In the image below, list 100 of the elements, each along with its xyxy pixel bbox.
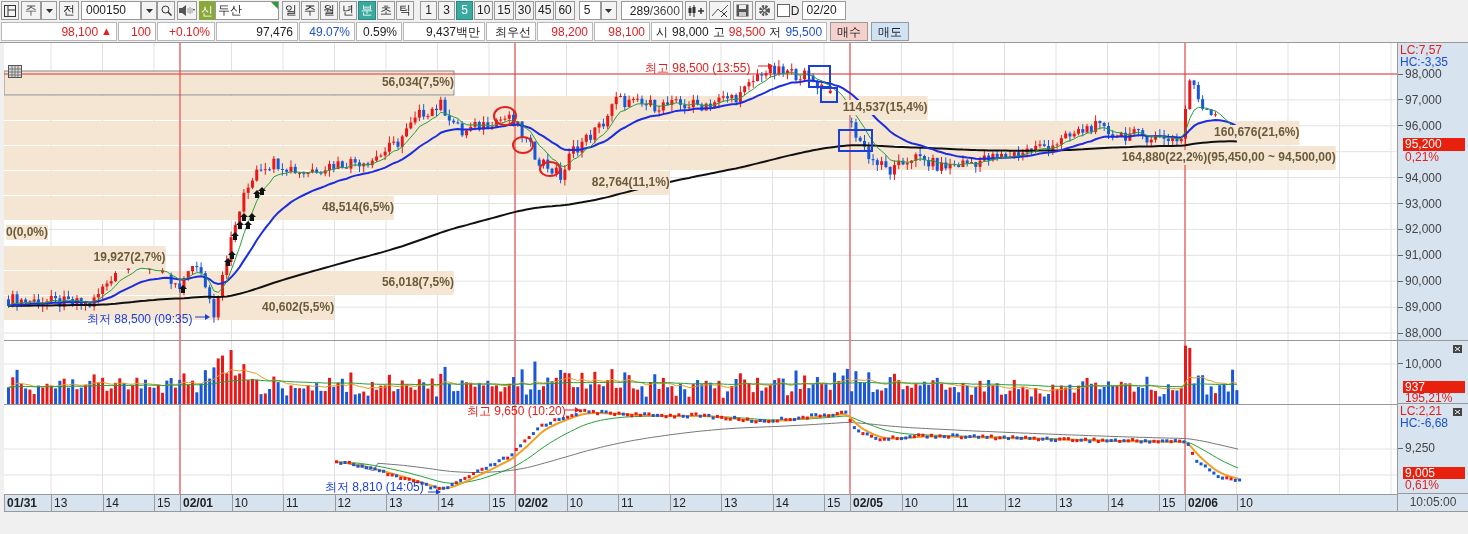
date-label: 01/31 — [4, 494, 38, 512]
interval-tab[interactable]: 45 — [535, 1, 555, 20]
price-axis-label: 98,000 — [1405, 67, 1442, 81]
price-axis-label: 97,000 — [1404, 92, 1442, 107]
high-price-note: 최고 98,500 (13:55) — [645, 60, 751, 77]
price-axis-label: 91,000 — [1404, 248, 1442, 263]
volume-profile-label: 40,602(5,5%) — [262, 300, 335, 315]
volume-profile-label: 114,537(15,4%) — [842, 100, 928, 115]
date-label: 02/05 — [850, 494, 884, 512]
current-rate-label: 0,21% — [1405, 151, 1440, 164]
volume-profile-label: 56,018(7,5%) — [381, 275, 454, 290]
hour-label: 13 — [721, 494, 738, 512]
hour-label: 14 — [1107, 494, 1124, 512]
period-tab[interactable]: 월 — [320, 1, 338, 20]
date-field[interactable]: 02/20 — [801, 1, 846, 20]
price-axis-label: 93,000 — [1404, 196, 1442, 211]
high-correlation-label: HC:-3,35 — [1400, 56, 1449, 69]
hour-label: 15 — [1159, 494, 1176, 512]
volume-axis-label: 10,000 — [1404, 356, 1442, 371]
change-rate: +0.10% — [157, 22, 215, 41]
hour-label: 12 — [1004, 494, 1021, 512]
volume-profile-label: 82,764(11,1%) — [591, 175, 670, 190]
current-indicator-tag: 9,005 — [1403, 467, 1465, 480]
volume-profile-label: 19,927(2,7%) — [93, 250, 166, 265]
sell-button[interactable]: 매도 — [871, 22, 910, 41]
period-tab[interactable]: 일 — [282, 1, 300, 20]
hour-label: 12 — [669, 494, 686, 512]
low-label: 저 — [769, 23, 782, 41]
volume-profile-label: 48,514(6,5%) — [322, 200, 395, 215]
indicator-rate-label: 0,61% — [1405, 479, 1440, 493]
stock-code-field[interactable]: 000150 — [81, 1, 141, 20]
hour-label: 14 — [437, 494, 454, 512]
hour-label: 15 — [489, 494, 506, 512]
period-tab[interactable]: 틱 — [396, 1, 414, 20]
new-badge: 신 — [199, 1, 215, 20]
interval-tab[interactable]: 3 — [438, 1, 455, 20]
period-tab[interactable]: 초 — [377, 1, 395, 20]
price-axis-label: 89,000 — [1404, 300, 1442, 315]
current-price: 98,100 — [61, 23, 99, 41]
hour-label: 13 — [386, 494, 403, 512]
hour-label: 12 — [334, 494, 351, 512]
open-label: 시 — [656, 23, 668, 41]
date-label: 02/01 — [180, 494, 214, 512]
hour-label: 10 — [231, 494, 248, 512]
hour-label: 11 — [283, 494, 299, 512]
prev-button[interactable]: 전 — [59, 1, 79, 20]
d-checkbox-label: D — [790, 2, 800, 20]
interval-tab[interactable]: 1 — [420, 1, 437, 20]
price-axis-label: 92,000 — [1404, 222, 1442, 237]
hour-label: 14 — [772, 494, 789, 512]
hour-label: 10 — [566, 494, 583, 512]
interval-tab[interactable]: 30 — [514, 1, 535, 20]
trade-amount: 9,437백만 — [403, 22, 485, 41]
current-time-label: 10:05:00 — [1398, 494, 1468, 512]
best-ask: 98,200 — [537, 22, 593, 41]
best-bid: 98,100 — [594, 22, 650, 41]
low-correlation-label: LC:7,57 — [1400, 44, 1443, 57]
price-axis-label: 90,000 — [1404, 274, 1442, 289]
indicator-axis-label: 9,250 — [1404, 441, 1436, 456]
hour-label: 11 — [953, 494, 969, 512]
hour-label: 13 — [1056, 494, 1073, 512]
indicator-low-note: 최저 8,810 (14:05) — [325, 478, 424, 494]
current-price-tag: 95,200 — [1403, 138, 1465, 151]
volume-profile-label: 164,880(22,2%)(95,450,00 ~ 94,500,00) — [1121, 150, 1336, 165]
hour-label: 11 — [618, 494, 634, 512]
period-tab[interactable]: 년 — [339, 1, 357, 20]
price-change: 100 — [118, 22, 156, 41]
volume-profile-label: 0(0,0%) — [6, 225, 49, 240]
interval-tab[interactable]: 10 — [474, 1, 494, 20]
period-select[interactable]: 주 — [21, 1, 41, 20]
date-label: 02/06 — [1185, 494, 1219, 512]
interval-tab[interactable]: 15 — [494, 1, 514, 20]
price-axis-label: 88,000 — [1404, 326, 1442, 340]
volume-ratio: 49.07% — [299, 22, 355, 41]
indicator-high-note: 최고 9,650 (10:20) — [467, 404, 566, 420]
buy-button[interactable]: 매수 — [830, 22, 869, 41]
hour-label: 14 — [102, 494, 119, 512]
price-axis-label: 94,000 — [1404, 170, 1442, 185]
hour-label: 10 — [1236, 494, 1253, 512]
hour-label: 15 — [154, 494, 171, 512]
low-price-note: 최저 88,500 (09:35) — [87, 311, 193, 328]
low-price: 95,500 — [785, 23, 823, 41]
volume-profile-label: 160,676(21,6%) — [1214, 125, 1300, 140]
date-label: 02/02 — [515, 494, 549, 512]
up-arrow: ▲ — [101, 24, 112, 40]
current-volume-tag: 937 — [1403, 380, 1465, 393]
stock-name-field[interactable]: 두산 — [215, 1, 279, 20]
hour-label: 13 — [51, 494, 68, 512]
interval-select[interactable]: 5 — [578, 1, 601, 20]
hour-label: 15 — [824, 494, 841, 512]
volume-rate-label: 195,21% — [1405, 391, 1453, 405]
volume-profile-label: 56,034(7,5%) — [381, 75, 454, 90]
hour-label: 10 — [901, 494, 918, 512]
high-correlation-label: HC:-6,68 — [1400, 417, 1449, 431]
turnover-rate: 0.59% — [356, 22, 402, 41]
interval-tab[interactable]: 60 — [555, 1, 575, 20]
high-label: 고 — [712, 23, 725, 41]
open-price: 98,000 — [672, 23, 709, 41]
period-tab[interactable]: 주 — [301, 1, 319, 20]
high-price: 98,500 — [728, 23, 766, 41]
